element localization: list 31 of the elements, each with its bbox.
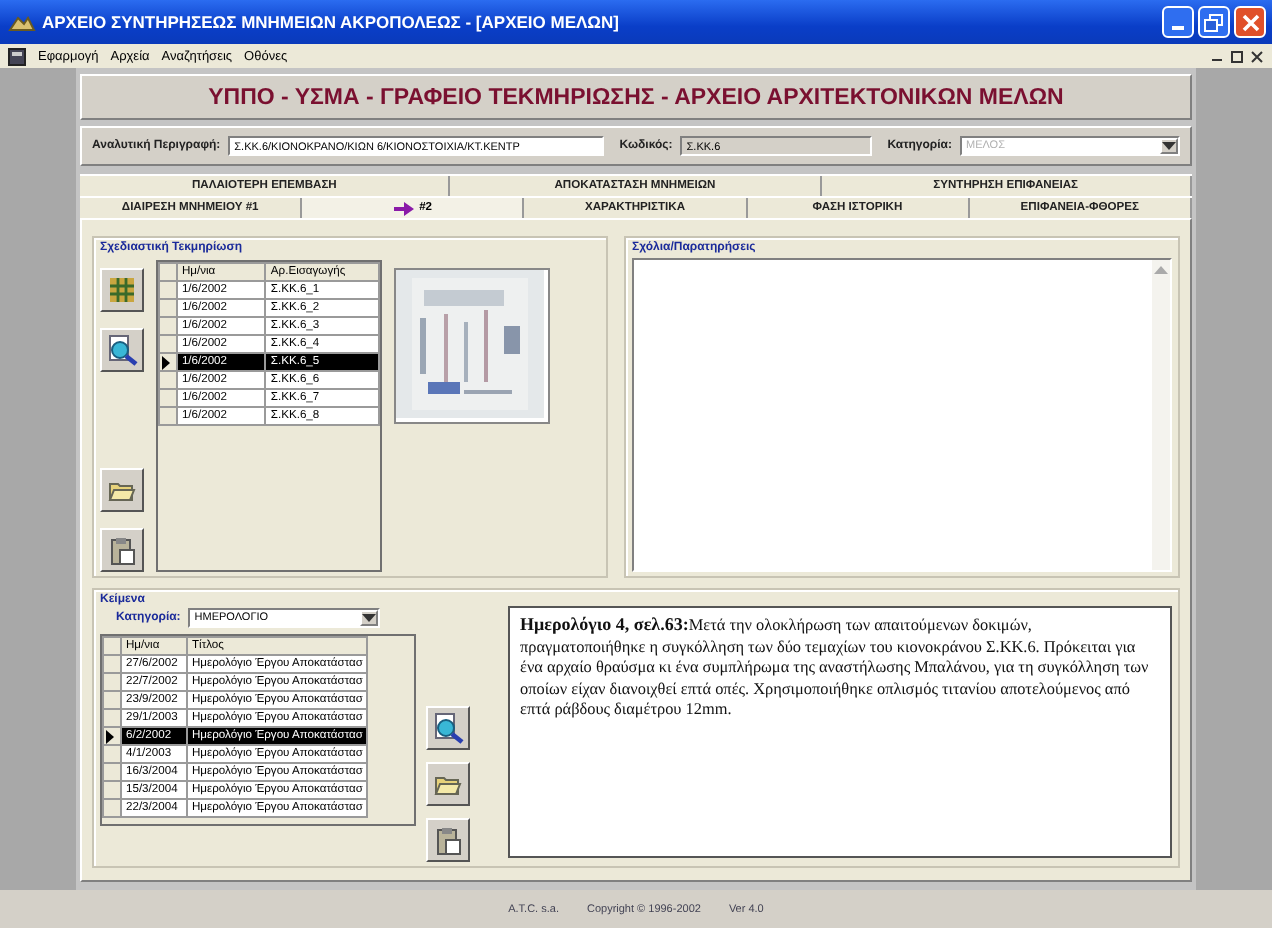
dropdown-arrow-icon	[362, 614, 377, 622]
restore-icon	[1230, 49, 1244, 63]
header-title: ΥΠΠΟ - ΥΣΜΑ - ΓΡΑΦΕΙΟ ΤΕΚΜΗΡΙΩΣΗΣ - ΑΡΧΕΙΟ ΑΡΧΙΤΕΚΤΟΝΙΚΩΝ ΜΕΛΩΝ	[208, 85, 1064, 109]
clipboard-icon	[435, 825, 461, 855]
dropdown-arrow-icon	[1162, 142, 1176, 150]
search-icon	[432, 712, 464, 744]
document-icon	[8, 47, 26, 65]
grid-button[interactable]	[100, 268, 144, 312]
paste-button[interactable]	[426, 818, 470, 862]
open-folder-icon	[434, 772, 462, 796]
minimize-button[interactable]	[1162, 6, 1194, 38]
search-button[interactable]	[100, 328, 144, 372]
scroll-up-icon	[1154, 266, 1168, 274]
search-icon	[106, 334, 138, 366]
grid-icon	[108, 276, 136, 304]
close-icon	[1250, 49, 1264, 63]
clipboard-icon	[109, 535, 135, 565]
close-icon	[1241, 13, 1259, 31]
open-button[interactable]	[100, 468, 144, 512]
document-text: Ημερολόγιο 4, σελ.63:Μετά την ολοκλήρωση των απαιτούμενων δοκιμών, πραγματοποιήθηκε η συγκόλληση των δύο τεμαχίων του κιονοκράνου Σ.ΚΚ.6. Πρόκειται για ένα αρχαίο θραύσμα κι ένα συμπλήρωμα της αναστήλωσης Μπαλάνου, για τη συγκόλληση των οποίων είχαν διανοιχθεί επτά οπές. Χρησιμοποιήθηκε οπλισμός τιτανίου αποτελούμενος από επτά ράβδους διαμέτρου 12mm.	[520, 614, 1151, 721]
row-pointer-icon	[162, 355, 170, 369]
window-title: ΑΡΧΕΙΟ ΣΥΝΤΗΡΗΣΕΩΣ ΜΝΗΜΕΙΩΝ ΑΚΡΟΠΟΛΕΩΣ - [ΑΡΧΕΙΟ ΜΕΛΩΝ]	[42, 12, 619, 32]
open-folder-icon	[108, 478, 136, 502]
scrollbar[interactable]	[1152, 260, 1170, 570]
close-button[interactable]	[1234, 6, 1266, 38]
row-pointer-icon	[106, 729, 114, 743]
restore-button[interactable]	[1198, 6, 1230, 38]
open-button[interactable]	[426, 762, 470, 806]
search-button[interactable]	[426, 706, 470, 750]
paste-button[interactable]	[100, 528, 144, 572]
arrow-icon	[393, 201, 414, 215]
